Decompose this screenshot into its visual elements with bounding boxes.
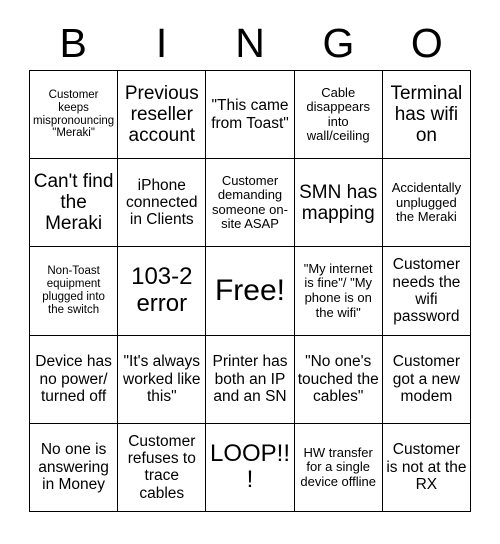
bingo-cell[interactable]: Customer is not at the RX — [382, 423, 471, 512]
bingo-cell[interactable]: Customer demanding someone on-site ASAP — [206, 159, 295, 248]
bingo-cell-label: iPhone connected in Clients — [126, 176, 198, 229]
bingo-cell[interactable]: "My internet is fine"/ "My phone is on t… — [294, 247, 383, 336]
header-letter-o: O — [410, 19, 443, 66]
bingo-cell[interactable]: Terminal has wifi on — [382, 71, 471, 160]
bingo-cell[interactable]: Cable disappears into wall/ceiling — [294, 71, 383, 160]
bingo-header-letters: B I N G O — [29, 18, 471, 68]
bingo-cell[interactable]: Customer refuses to trace cables — [118, 423, 207, 512]
bingo-cell[interactable]: LOOP!!! — [206, 423, 295, 512]
bingo-cell[interactable]: Non-Toast equipment plugged into the swi… — [30, 247, 119, 336]
bingo-cell-label: Customer got a new modem — [392, 353, 460, 405]
bingo-cell[interactable]: "It's always worked like this" — [118, 335, 207, 424]
bingo-cell-label: Can't find the Meraki — [33, 170, 114, 235]
bingo-cell[interactable]: 103-2 error — [118, 247, 207, 336]
bingo-cell[interactable]: Accidentally unplugged the Meraki — [382, 159, 471, 248]
bingo-cell-label: 103-2 error — [131, 263, 193, 317]
bingo-cell-label: "This came from Toast" — [211, 97, 289, 132]
bingo-cell-label: Terminal has wifi on — [390, 82, 463, 147]
bingo-cell-label: Device has no power/ turned off — [35, 353, 112, 405]
bingo-cell[interactable]: Customer got a new modem — [382, 335, 471, 424]
bingo-cell[interactable]: iPhone connected in Clients — [118, 159, 207, 248]
bingo-cell-label: Non-Toast equipment plugged into the swi… — [42, 265, 105, 316]
bingo-cell-label: SMN has mapping — [299, 181, 378, 224]
bingo-cell[interactable]: No one is answering in Money — [30, 423, 119, 512]
bingo-cell-label: HW transfer for a single device offline — [300, 444, 377, 489]
bingo-cell[interactable]: Previous reseller account — [118, 71, 207, 160]
bingo-cell-label: Customer needs the wifi password — [392, 256, 461, 326]
bingo-cell[interactable]: SMN has mapping — [294, 159, 383, 248]
header-letter-i: I — [155, 19, 168, 66]
bingo-cell[interactable]: Customer needs the wifi password — [382, 247, 471, 336]
bingo-cell-label: "My internet is fine"/ "My phone is on t… — [303, 260, 373, 320]
bingo-cell[interactable]: Can't find the Meraki — [30, 159, 119, 248]
bingo-cell[interactable]: "This came from Toast" — [206, 71, 295, 160]
bingo-cell-label: "It's always worked like this" — [123, 353, 201, 405]
bingo-cell-label: Customer demanding someone on-site ASAP — [212, 172, 288, 232]
bingo-card: B I N G O Customer keeps mispronouncing … — [0, 0, 500, 544]
header-letter-b: B — [59, 19, 87, 66]
bingo-cell[interactable]: HW transfer for a single device offline — [294, 423, 383, 512]
bingo-cell-label: Previous reseller account — [124, 82, 199, 147]
bingo-cell-free-space[interactable]: Free! — [206, 247, 295, 336]
bingo-cell-label: Free! — [214, 274, 285, 308]
bingo-cell[interactable]: Device has no power/ turned off — [30, 335, 119, 424]
bingo-cell-label: Customer keeps mispronouncing "Meraki" — [33, 88, 115, 140]
bingo-cell-label: "No one's touched the cables" — [297, 353, 379, 405]
bingo-cell-label: Customer refuses to trace cables — [127, 432, 196, 502]
bingo-cell-label: Printer has both an IP and an SN — [212, 353, 288, 405]
bingo-cell-label: LOOP!!! — [209, 439, 290, 494]
bingo-cell-label: Accidentally unplugged the Meraki — [391, 179, 462, 225]
bingo-grid: Customer keeps mispronouncing "Meraki" Pr… — [29, 70, 471, 512]
bingo-cell-label: No one is answering in Money — [38, 441, 109, 494]
header-letter-g: G — [322, 19, 355, 66]
bingo-cell-label: Cable disappears into wall/ceiling — [306, 84, 370, 144]
bingo-cell[interactable]: Printer has both an IP and an SN — [206, 335, 295, 424]
bingo-cell[interactable]: "No one's touched the cables" — [294, 335, 383, 424]
bingo-cell-label: Customer is not at the RX — [386, 441, 467, 494]
bingo-cell[interactable]: Customer keeps mispronouncing "Meraki" — [30, 71, 119, 160]
header-letter-n: N — [235, 19, 265, 66]
